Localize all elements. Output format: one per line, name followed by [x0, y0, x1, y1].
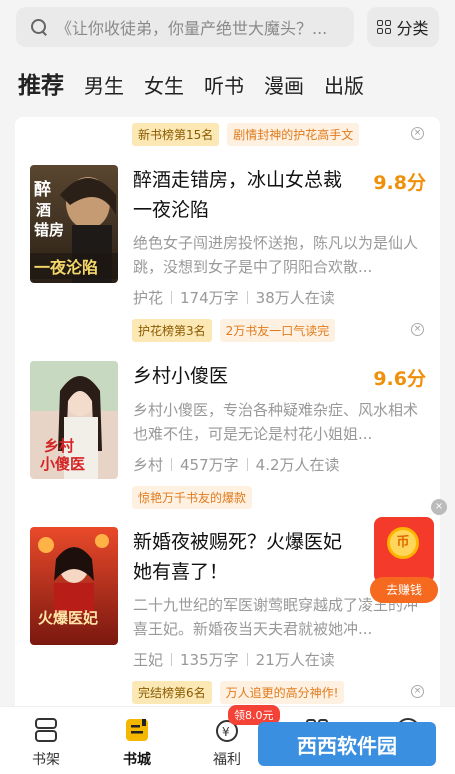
site-watermark: 西西软件园: [258, 722, 436, 766]
book-readers: 38万人在读: [255, 289, 335, 307]
book-category: 乡村: [133, 456, 164, 474]
book-list: 新书榜第15名 剧情封神的护花高手文 × 醉 酒 错房 一夜沦陷 醉酒走错房，冰…: [15, 117, 440, 717]
book-meta: 护花 174万字 38万人在读: [133, 287, 335, 308]
nav-label: 书架: [32, 752, 60, 768]
svg-text:醉: 醉: [34, 179, 51, 200]
note-tag: 惊艳万千书友的爆款: [132, 486, 253, 509]
note-tag: 万人追更的高分神作!: [219, 681, 345, 704]
book-category: 王妃: [133, 651, 164, 669]
book-title[interactable]: 乡村小傻医: [133, 361, 358, 391]
category-button-label: 分类: [396, 19, 429, 38]
book-cover[interactable]: 醉 酒 错房 一夜沦陷: [30, 165, 118, 283]
search-placeholder: 《让你收徒弟，你量产绝世大魔头？...: [56, 19, 328, 38]
channel-tabs: 推荐 男生 女生 听书 漫画 出版: [18, 66, 384, 100]
svg-text:¥: ¥: [222, 725, 230, 739]
rank-tag: 新书榜第15名: [132, 123, 220, 146]
book-category: 护花: [133, 289, 164, 307]
note-tag: 剧情封神的护花高手文: [227, 123, 360, 146]
tab-audio[interactable]: 听书: [204, 70, 244, 99]
book-desc: 绝色女子闯进房投怀送抱，陈凡以为是仙人跳，没想到女子是中了阴阳合欢散...: [133, 234, 419, 276]
rank-tag: 完结榜第6名: [132, 681, 212, 704]
rank-tag: 护花榜第3名: [132, 319, 212, 342]
tag-row: 新书榜第15名 剧情封神的护花高手文: [132, 123, 367, 146]
tab-comics[interactable]: 漫画: [264, 70, 304, 99]
tag-row: 护花榜第3名 2万书友一口气读完: [132, 319, 343, 342]
earn-money-widget[interactable]: 币 去赚钱: [370, 513, 438, 605]
close-icon[interactable]: ×: [411, 323, 424, 336]
close-icon[interactable]: ×: [411, 685, 424, 698]
book-cover[interactable]: 乡村 小傻医: [30, 361, 118, 479]
svg-text:乡村: 乡村: [44, 437, 74, 455]
nav-label: 书城: [123, 752, 151, 768]
book-desc: 乡村小傻医，专治各种疑难杂症、风水相术也难不住，可是无论是村花小姐姐...: [133, 401, 419, 443]
tab-female[interactable]: 女生: [144, 70, 184, 99]
tag-row: 完结榜第6名 万人追更的高分神作!: [132, 681, 352, 704]
book-readers: 21万人在读: [255, 651, 335, 669]
widget-close-icon[interactable]: ×: [431, 499, 447, 515]
book-words: 174万字: [180, 289, 239, 307]
book-score: 9.8分: [373, 172, 426, 194]
book-readers: 4.2万人在读: [255, 456, 340, 474]
book-title[interactable]: 新婚夜被赐死？火爆医妃她有喜了！: [133, 527, 358, 587]
search-icon: [30, 18, 48, 36]
bookshelf-icon: [35, 718, 57, 742]
svg-text:一夜沦陷: 一夜沦陷: [34, 258, 98, 277]
book-words: 135万字: [180, 651, 239, 669]
book-score: 9.6分: [373, 368, 426, 390]
svg-text:错房: 错房: [34, 221, 64, 239]
tab-publish[interactable]: 出版: [324, 70, 364, 99]
tab-recommend[interactable]: 推荐: [18, 66, 64, 100]
book-title[interactable]: 醉酒走错房，冰山女总裁一夜沦陷: [133, 165, 358, 225]
close-icon[interactable]: ×: [411, 127, 424, 140]
category-button[interactable]: 分类: [367, 7, 439, 47]
book-words: 457万字: [180, 456, 239, 474]
earn-money-button[interactable]: 去赚钱: [370, 577, 438, 603]
coin-icon: 币: [387, 527, 419, 559]
nav-bookstore[interactable]: 书城: [92, 707, 182, 774]
grid-icon: [377, 20, 392, 34]
book-cover[interactable]: 火爆医妃: [30, 527, 118, 645]
book-meta: 王妃 135万字 21万人在读: [133, 649, 335, 670]
bookstore-icon: [126, 719, 148, 741]
note-tag: 2万书友一口气读完: [219, 319, 336, 342]
svg-text:火爆医妃: 火爆医妃: [38, 609, 98, 627]
nav-bookshelf[interactable]: 书架: [1, 707, 91, 774]
tag-row: 惊艳万千书友的爆款: [132, 486, 260, 509]
svg-text:酒: 酒: [36, 201, 51, 219]
svg-text:小傻医: 小傻医: [40, 455, 85, 473]
book-meta: 乡村 457万字 4.2万人在读: [133, 454, 340, 475]
search-bar[interactable]: 《让你收徒弟，你量产绝世大魔头？...: [16, 7, 354, 47]
tab-male[interactable]: 男生: [84, 70, 124, 99]
